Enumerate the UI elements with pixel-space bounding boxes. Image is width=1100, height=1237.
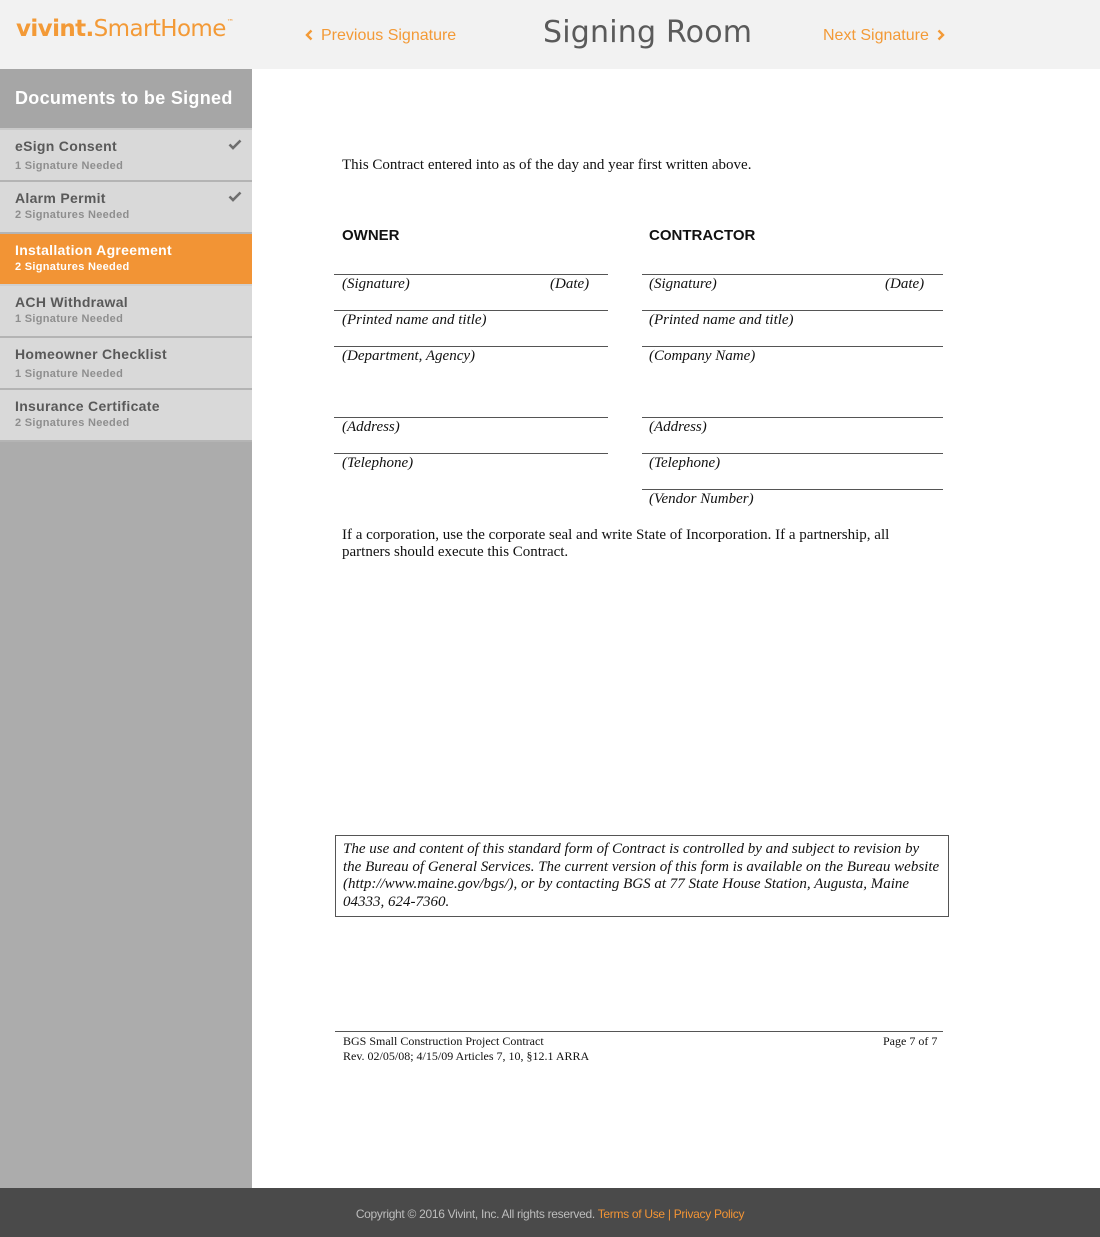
owner-signature-label: (Signature) — [342, 276, 410, 292]
contractor-address-line — [642, 417, 943, 418]
document-name: Alarm Permit — [15, 190, 106, 206]
owner-date-label: (Date) — [550, 276, 590, 292]
contractor-date-label: (Date) — [885, 276, 925, 292]
contractor-printed-name-label: (Printed name and title) — [649, 312, 794, 328]
next-signature-label: Next Signature — [823, 27, 929, 44]
sidebar-item-ach-withdrawal[interactable]: ACH Withdrawal 1 Signature Needed — [0, 286, 252, 338]
contractor-heading: CONTRACTOR — [649, 227, 756, 244]
sidebar-item-installation-agreement[interactable]: Installation Agreement 2 Signatures Need… — [0, 234, 252, 286]
contractor-company-label: (Company Name) — [649, 348, 756, 364]
document-name: Insurance Certificate — [15, 398, 160, 414]
owner-address-label: (Address) — [342, 419, 400, 435]
signatures-needed: 1 Signature Needed — [15, 313, 124, 325]
sidebar-item-homeowner-checklist[interactable]: Homeowner Checklist 1 Signature Needed — [0, 338, 252, 390]
contract-intro-text: This Contract entered into as of the day… — [342, 157, 752, 173]
owner-telephone-line — [334, 453, 608, 454]
contractor-vendor-line — [642, 489, 943, 490]
owner-address-line — [334, 417, 608, 418]
logo-trademark: ™ — [226, 18, 234, 26]
corporation-note: If a corporation, use the corporate seal… — [342, 527, 890, 560]
sidebar-item-esign-consent[interactable]: eSign Consent 1 Signature Needed — [0, 130, 252, 182]
signatures-needed: 2 Signatures Needed — [15, 417, 130, 429]
previous-signature-label: Previous Signature — [321, 27, 457, 44]
logo-product-text: SmartHome — [93, 16, 227, 42]
signatures-needed: 2 Signatures Needed — [15, 209, 130, 221]
page-number: Page 7 of 7 — [883, 1034, 938, 1048]
page-title: Signing Room — [543, 15, 753, 50]
privacy-policy-link[interactable]: Privacy Policy — [674, 1207, 745, 1221]
contractor-signature-line[interactable] — [642, 274, 943, 275]
logo-brand-text: vivint. — [16, 16, 94, 42]
footer-separator: | — [664, 1207, 674, 1221]
contractor-address-label: (Address) — [649, 419, 707, 435]
owner-heading: OWNER — [342, 227, 400, 244]
signatures-needed: 1 Signature Needed — [15, 160, 124, 172]
contractor-vendor-label: (Vendor Number) — [649, 491, 754, 507]
owner-department-label: (Department, Agency) — [342, 348, 476, 364]
owner-department-line — [334, 346, 608, 347]
document-name: ACH Withdrawal — [15, 294, 128, 310]
copyright-text: Copyright © 2016 Vivint, Inc. All rights… — [355, 1207, 598, 1221]
vivint-smarthome-logo[interactable]: vivint.SmartHome™ — [16, 16, 234, 42]
contractor-signature-label: (Signature) — [649, 276, 717, 292]
checkmark-icon — [228, 191, 242, 202]
signatures-needed: 1 Signature Needed — [15, 368, 124, 380]
document-footer-title: BGS Small Construction Project Contract — [343, 1034, 544, 1048]
owner-telephone-label: (Telephone) — [342, 455, 414, 471]
sidebar-title: Documents to be Signed — [0, 69, 252, 130]
contractor-company-line — [642, 346, 943, 347]
chevron-left-icon — [305, 29, 313, 41]
document-name: eSign Consent — [15, 138, 117, 154]
top-header: vivint.SmartHome™ Previous Signature Sig… — [0, 0, 1100, 69]
documents-sidebar: Documents to be Signed eSign Consent 1 S… — [0, 69, 252, 1188]
page-footer: Copyright © 2016 Vivint, Inc. All rights… — [0, 1188, 1100, 1237]
contractor-telephone-label: (Telephone) — [649, 455, 721, 471]
document-footer-rule — [335, 1031, 943, 1032]
bgs-notice-box: The use and content of this standard for… — [335, 835, 949, 917]
sidebar-item-insurance-certificate[interactable]: Insurance Certificate 2 Signatures Neede… — [0, 390, 252, 442]
checkmark-icon — [228, 139, 242, 150]
owner-signature-line[interactable] — [334, 274, 608, 275]
contractor-telephone-line — [642, 453, 943, 454]
signatures-needed: 2 Signatures Needed — [15, 261, 130, 273]
owner-printed-name-line — [334, 310, 608, 311]
owner-printed-name-label: (Printed name and title) — [342, 312, 487, 328]
document-name: Installation Agreement — [15, 242, 172, 258]
previous-signature-link[interactable]: Previous Signature — [305, 27, 456, 45]
chevron-right-icon — [937, 29, 945, 41]
document-name: Homeowner Checklist — [15, 346, 167, 362]
terms-of-use-link[interactable]: Terms of Use — [598, 1207, 665, 1221]
contractor-printed-name-line — [642, 310, 943, 311]
next-signature-link[interactable]: Next Signature — [823, 27, 945, 45]
document-footer-revision: Rev. 02/05/08; 4/15/09 Articles 7, 10, §… — [343, 1049, 590, 1063]
document-viewer: This Contract entered into as of the day… — [252, 69, 1100, 1188]
sidebar-item-alarm-permit[interactable]: Alarm Permit 2 Signatures Needed — [0, 182, 252, 234]
